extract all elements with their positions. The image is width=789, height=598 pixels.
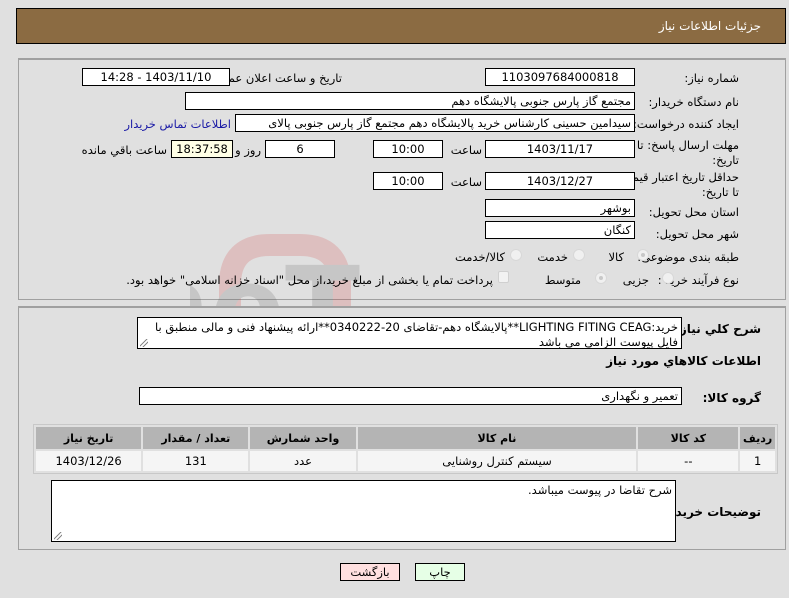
table-row: 1 -- سیستم کنترل روشنایی عدد 131 1403/12… (36, 451, 775, 471)
buyer-notes-textarea[interactable]: شرح تقاضا در پیوست میباشد. (51, 480, 676, 542)
reply-deadline-date: 1403/11/17 (485, 140, 635, 158)
items-table: ردیف کد کالا نام کالا واحد شمارش تعداد /… (33, 424, 778, 474)
resize-grip-icon[interactable] (54, 532, 62, 540)
category-option-service: خدمت (537, 250, 568, 264)
cell-quantity: 131 (143, 451, 249, 471)
price-validity-time-label: ساعت (450, 175, 482, 189)
col-need-date: تاریخ نیاز (36, 427, 142, 449)
goods-group-field: تعمیر و نگهداری (139, 387, 682, 405)
buyer-org-label: نام دستگاه خریدار: (648, 95, 739, 109)
category-radio-service[interactable] (573, 249, 585, 261)
category-label: طبقه بندی موضوعی: (637, 250, 739, 264)
purchase-type-option-medium: متوسط (544, 273, 581, 287)
reply-deadline-time-label: ساعت (450, 143, 482, 157)
purchase-type-radio-minor[interactable] (662, 272, 674, 284)
category-option-goods: کالا (608, 250, 624, 264)
col-row-number: ردیف (740, 427, 775, 449)
back-button[interactable]: بازگشت (340, 563, 400, 581)
need-number-label: شماره نیاز: (684, 71, 739, 85)
page-title: جزئیات اطلاعات نیاز (658, 19, 761, 33)
col-goods-code: کد کالا (638, 427, 739, 449)
buyer-contact-link[interactable]: اطلاعات تماس خریدار (124, 117, 231, 131)
resize-grip-icon[interactable] (140, 339, 148, 347)
reply-deadline-time: 10:00 (373, 140, 443, 158)
need-number-field: 1103097684000818 (485, 68, 635, 86)
delivery-province-label: استان محل تحویل: (648, 205, 739, 219)
cell-unit: عدد (250, 451, 356, 471)
col-goods-name: نام کالا (357, 427, 637, 449)
goods-group-label: گروه کالا: (702, 391, 761, 405)
cell-need-date: 1403/12/26 (36, 451, 142, 471)
category-radio-goods[interactable] (637, 249, 649, 261)
col-quantity: تعداد / مقدار (143, 427, 249, 449)
remaining-time: 18:37:58 (171, 140, 233, 158)
print-button[interactable]: چاپ (415, 563, 465, 581)
remaining-days: 6 (265, 140, 335, 158)
col-unit: واحد شمارش (250, 427, 356, 449)
delivery-city-label: شهر محل تحویل: (655, 227, 739, 241)
delivery-province-field: بوشهر (485, 199, 635, 217)
requester-field: سیدامین حسینی کارشناس خرید پالایشگاه دهم… (235, 114, 635, 132)
description-text: خرید:LIGHTING FITING CEAG**پالایشگاه دهم… (155, 320, 678, 349)
description-label: شرح کلي نیاز: (675, 322, 761, 336)
table-header-row: ردیف کد کالا نام کالا واحد شمارش تعداد /… (36, 427, 775, 449)
cell-goods-name: سیستم کنترل روشنایی (357, 451, 637, 471)
description-textarea[interactable]: خرید:LIGHTING FITING CEAG**پالایشگاه دهم… (137, 317, 682, 349)
category-option-goods-service: کالا/خدمت (454, 250, 505, 264)
requester-label: ایجاد کننده درخواست: (633, 117, 739, 131)
cell-goods-code: -- (638, 451, 739, 471)
purchase-type-radio-medium[interactable] (595, 272, 607, 284)
price-validity-date: 1403/12/27 (485, 172, 635, 190)
cell-row-number: 1 (740, 451, 775, 471)
remaining-time-label: ساعت باقي مانده (81, 143, 167, 157)
announce-datetime-field: 1403/11/10 - 14:28 (82, 68, 230, 86)
buyer-org-field: مجتمع گاز پارس جنوبی پالایشگاه دهم (185, 92, 635, 110)
price-validity-time: 10:00 (373, 172, 443, 190)
items-section-title: اطلاعات کالاهاي مورد نياز (606, 354, 761, 368)
purchase-type-option-minor: جزیی (622, 273, 649, 287)
treasury-checkbox[interactable] (498, 271, 509, 283)
treasury-checkbox-label: پرداخت تمام یا بخشی از مبلغ خرید،از محل … (126, 273, 493, 287)
days-label: روز و (235, 143, 261, 157)
category-radio-goods-service[interactable] (510, 249, 522, 261)
reply-deadline-label: مهلت ارسال پاسخ: تا تاریخ: (636, 138, 739, 167)
page-header: جزئیات اطلاعات نیاز (16, 8, 786, 44)
buyer-notes-text: شرح تقاضا در پیوست میباشد. (528, 483, 672, 497)
delivery-city-field: کنگان (485, 221, 635, 239)
